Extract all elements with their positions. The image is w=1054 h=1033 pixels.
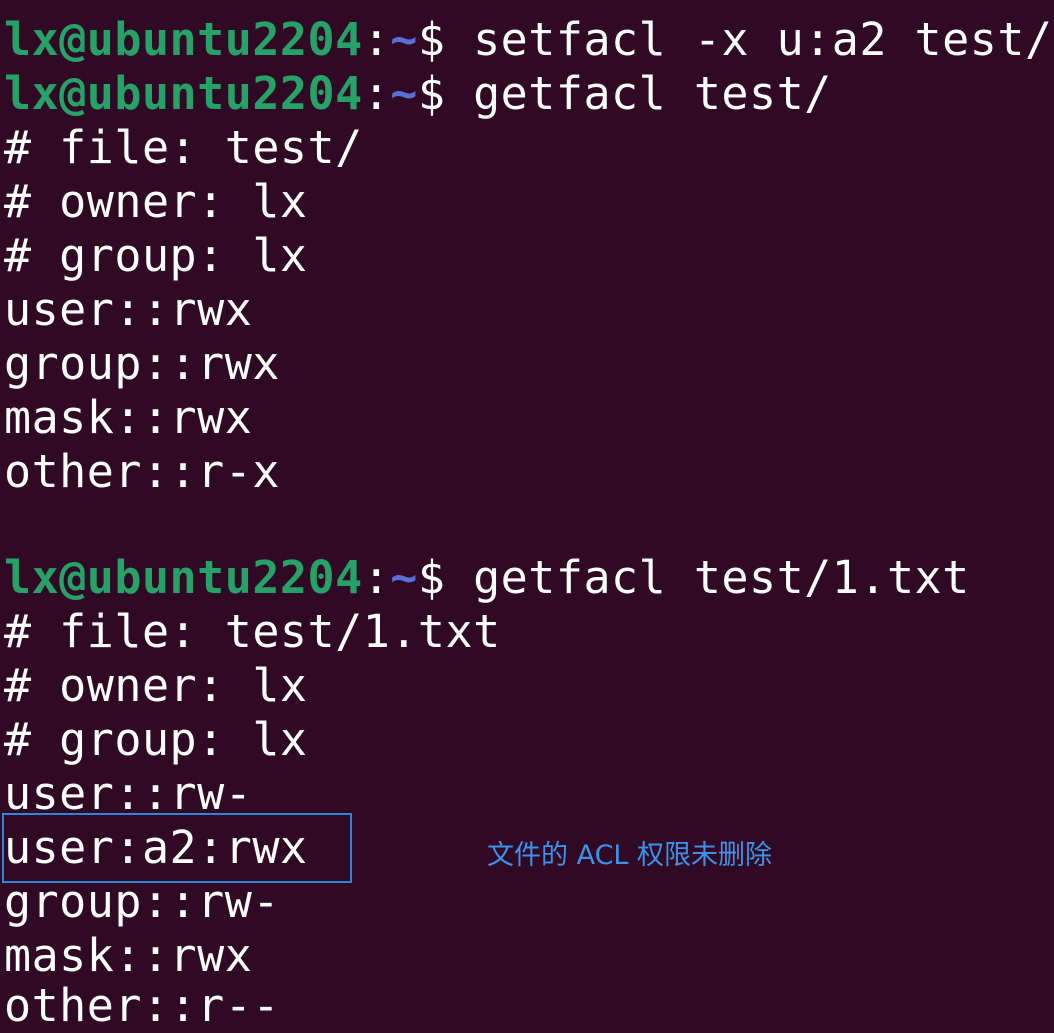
- output-line: # owner: lx: [4, 659, 308, 712]
- output-line: group::rwx: [4, 337, 280, 390]
- prompt-path: ~: [390, 13, 418, 66]
- output-line: # file: test/1.txt: [4, 605, 501, 658]
- annotation-label: 文件的 ACL 权限未删除: [487, 840, 773, 871]
- output-line: other::r-x: [4, 445, 280, 498]
- prompt-path: ~: [390, 551, 418, 604]
- prompt-user-host: lx@ubuntu2204: [4, 67, 363, 120]
- prompt-line-3: lx@ubuntu2204:~$ getfacl test/1.txt: [4, 551, 970, 605]
- output-line: # owner: lx: [4, 175, 308, 228]
- command-text: setfacl -x u:a2 test/: [445, 13, 1053, 66]
- prompt-dollar: $: [417, 13, 446, 66]
- prompt-colon: :: [362, 551, 391, 604]
- command-text: getfacl test/: [445, 67, 832, 120]
- annotation-highlight-box: [2, 813, 352, 883]
- output-line: group::rw-: [4, 875, 280, 928]
- output-line: mask::rwx: [4, 391, 253, 444]
- output-line: other::r--: [4, 979, 280, 1032]
- output-line: user::rwx: [4, 283, 253, 336]
- prompt-user-host: lx@ubuntu2204: [4, 13, 363, 66]
- prompt-path: ~: [390, 67, 418, 120]
- output-line: # file: test/: [4, 121, 363, 174]
- prompt-dollar: $: [417, 67, 446, 120]
- prompt-dollar: $: [417, 551, 446, 604]
- terminal-window[interactable]: lx@ubuntu2204:~$ setfacl -x u:a2 test/ l…: [0, 0, 1054, 1033]
- output-line: # group: lx: [4, 713, 308, 766]
- command-text: getfacl test/1.txt: [445, 551, 970, 604]
- prompt-line-1: lx@ubuntu2204:~$ setfacl -x u:a2 test/: [4, 13, 1053, 67]
- prompt-line-2: lx@ubuntu2204:~$ getfacl test/: [4, 67, 832, 121]
- prompt-colon: :: [362, 13, 391, 66]
- prompt-colon: :: [362, 67, 391, 120]
- output-line: mask::rwx: [4, 929, 253, 982]
- prompt-user-host: lx@ubuntu2204: [4, 551, 363, 604]
- output-line: # group: lx: [4, 229, 308, 282]
